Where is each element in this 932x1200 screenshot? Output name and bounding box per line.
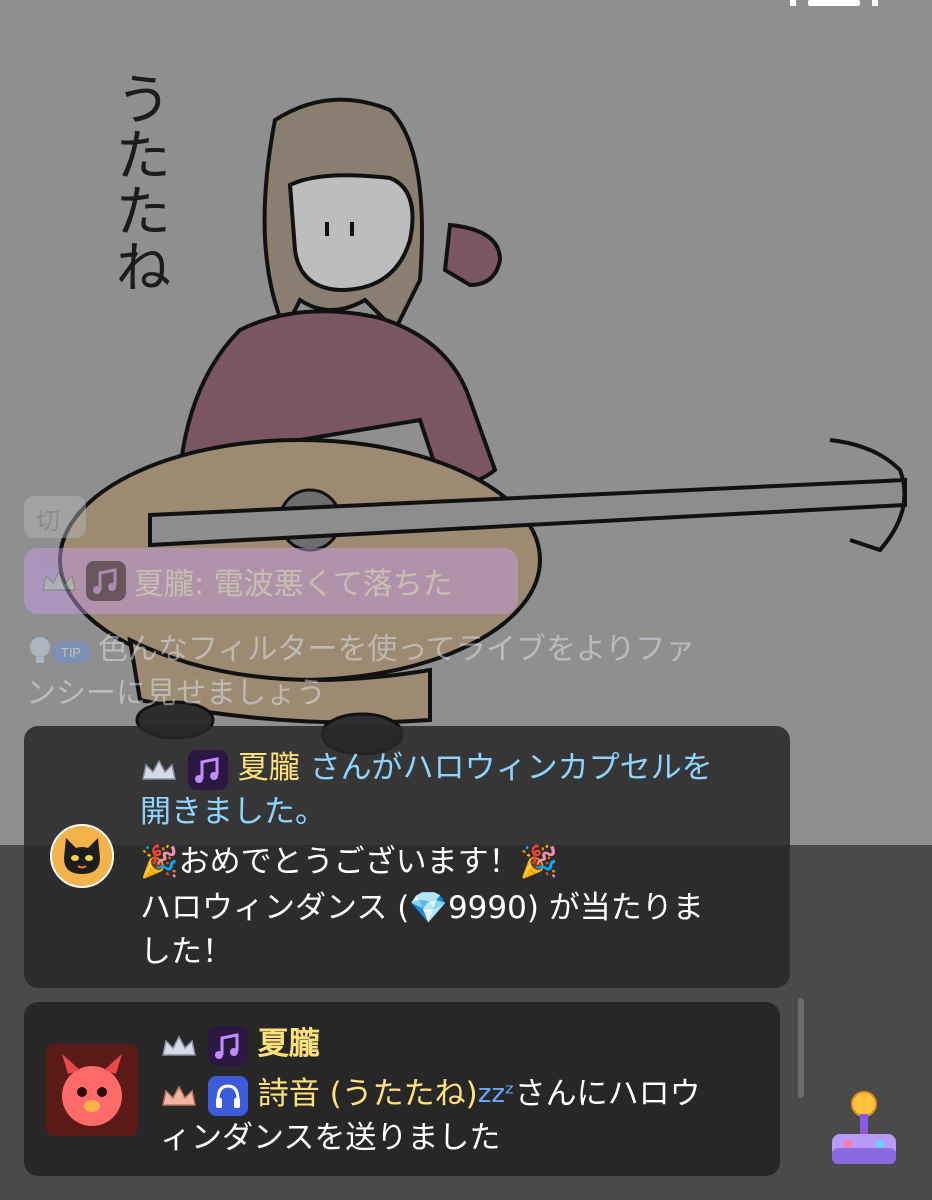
pinned-message-text: 夏朧: 電波悪くて落ちた xyxy=(134,559,453,603)
capsule-notice-user[interactable]: 夏朧 xyxy=(238,750,300,786)
capsule-notice-line2: 開きました。 xyxy=(140,794,326,830)
music-note-badge-icon xyxy=(207,1025,248,1066)
crown-icon xyxy=(162,1084,196,1106)
capsule-notice-prize-value: 9990 xyxy=(447,890,527,926)
live-stream-view: うたたね 切替 夏朧: 電波悪くて落ちた TIP 色んなフィルターを使ってライブ… xyxy=(0,0,932,1200)
red-devil-avatar-icon xyxy=(46,1044,138,1136)
handwritten-title: うたたね xyxy=(106,70,171,294)
party-popper-icon: 🎉 xyxy=(519,844,559,880)
sleep-icon: zzᶻ xyxy=(477,1079,515,1109)
crown-icon xyxy=(42,570,76,591)
black-cat-avatar-icon xyxy=(50,824,114,888)
chat-scrollbar[interactable] xyxy=(798,998,804,1098)
crown-icon xyxy=(142,758,176,780)
chat-item-faded: 切替 xyxy=(24,496,86,570)
capsule-notice-line4: ハロウィンダンス (💎9990) が当たりま xyxy=(140,886,704,930)
party-popper-icon: 🎉 xyxy=(140,844,179,880)
pinned-message-separator: : xyxy=(194,567,214,602)
capsule-notice-line1-text: さんがハロウィンカプセルを xyxy=(299,750,713,786)
music-note-badge-icon xyxy=(86,561,126,601)
pinned-chat-message[interactable]: 夏朧: 電波悪くて落ちた xyxy=(24,548,518,614)
crown-icon xyxy=(162,1034,196,1056)
music-note-badge-icon xyxy=(187,749,228,790)
tip-text-line1: 色んなフィルターを使ってライブをよりファ xyxy=(98,632,696,667)
pinned-message-body: 電波悪くて落ちた xyxy=(213,567,453,602)
capsule-notice-line1: 夏朧 さんがハロウィンカプセルを xyxy=(140,746,713,790)
tip-badge-label: TIP xyxy=(61,645,81,660)
tip-text-line2: ンシーに見せましょう xyxy=(26,676,326,711)
tip-message: TIP 色んなフィルターを使ってライブをよりファ ンシーに見せましょう xyxy=(26,628,926,716)
gift-notice-sender[interactable]: 夏朧 xyxy=(258,1026,320,1062)
tip-lightbulb-icon: TIP xyxy=(30,636,90,663)
gift-notice-line3: ィンダンスを送りました xyxy=(160,1120,501,1156)
capsule-notice-prize-suffix: ) が当たりま xyxy=(526,890,704,926)
gift-notice-line2: 詩音 (うたたね)zzᶻさんにハロウ xyxy=(160,1072,701,1116)
gift-notice-recipient[interactable]: 詩音 (うたたね) xyxy=(258,1076,478,1112)
headphones-badge-icon xyxy=(207,1075,248,1116)
capsule-notice-line5: した！ xyxy=(140,934,233,970)
capsule-notice-congrats: おめでとうございます！ xyxy=(178,844,520,880)
status-bar-fragment xyxy=(790,0,878,6)
gift-notice-line2-text: さんにハロウ xyxy=(514,1076,701,1112)
capsule-notice-line3: 🎉おめでとうございます！🎉 xyxy=(140,840,558,884)
joystick-icon[interactable] xyxy=(826,1090,902,1170)
diamond-icon: 💎 xyxy=(409,890,448,926)
gift-notice-line1: 夏朧 xyxy=(160,1022,320,1066)
pinned-message-sender: 夏朧 xyxy=(134,567,194,602)
capsule-notice-prize-prefix: ハロウィンダンス ( xyxy=(140,890,410,926)
